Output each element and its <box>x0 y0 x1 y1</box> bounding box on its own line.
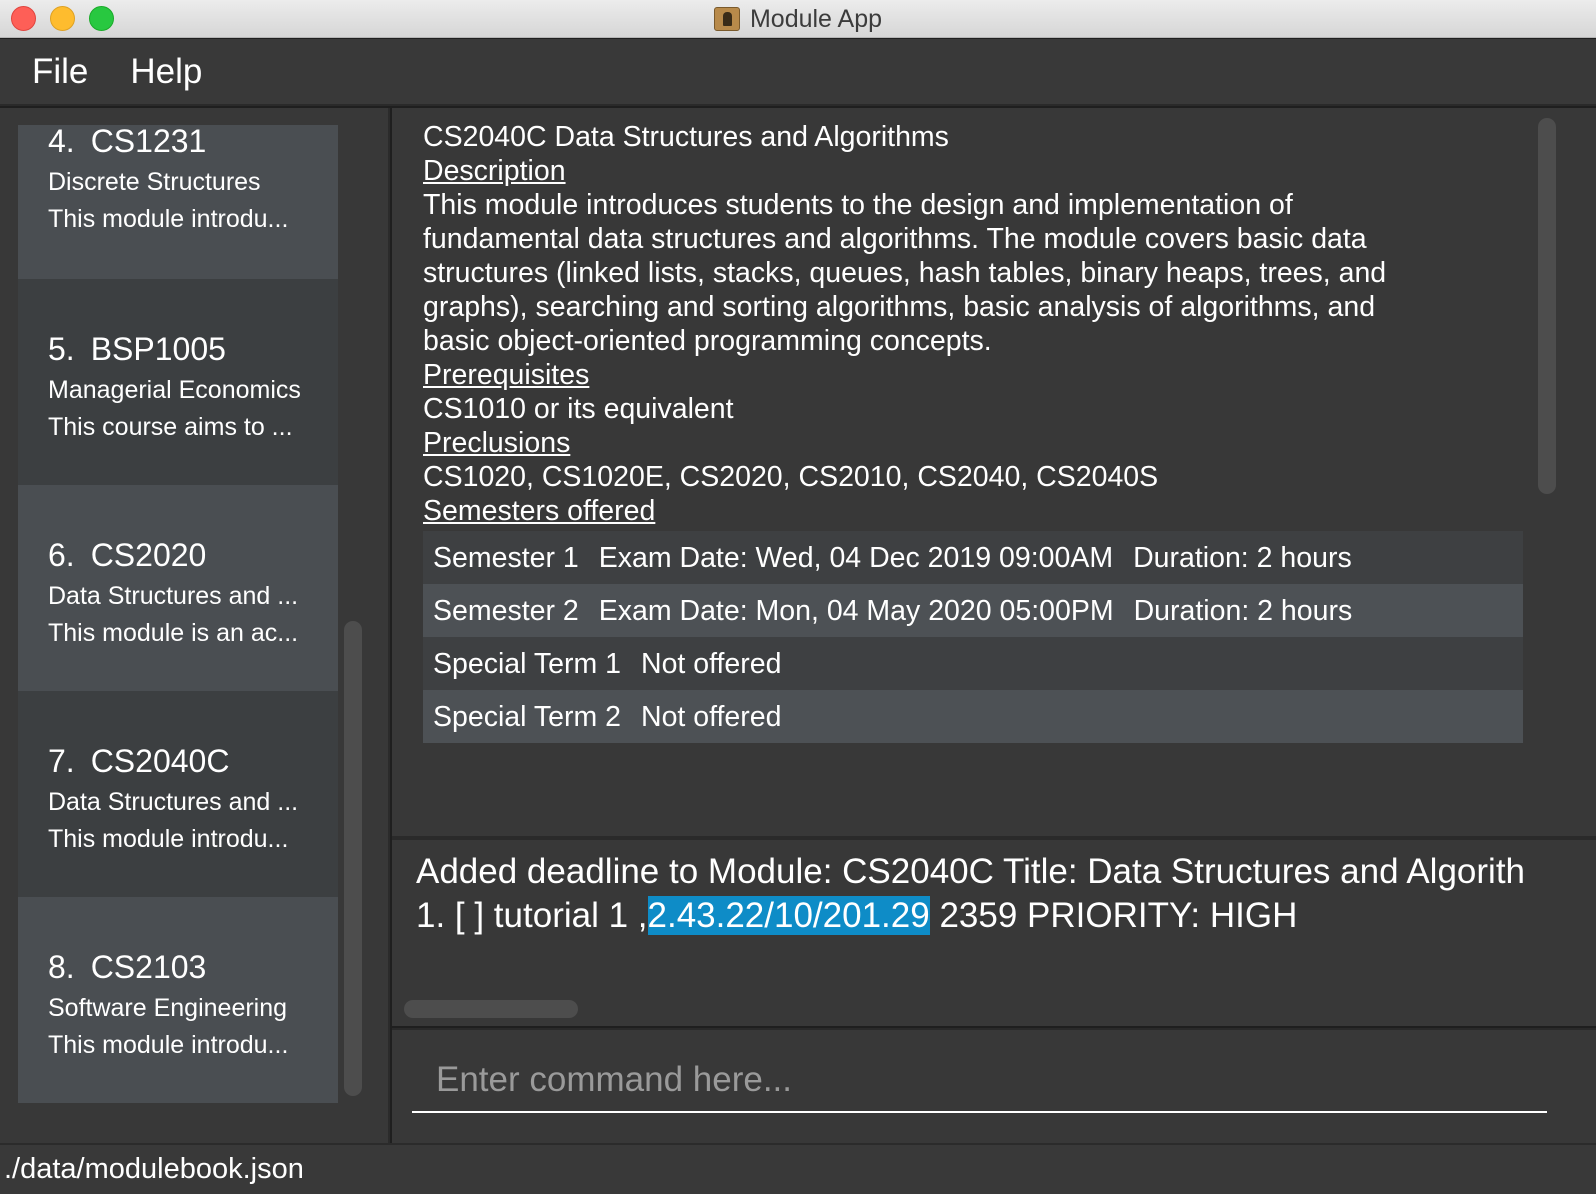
module-card-8[interactable]: 8. CS2103 Software Engineering This modu… <box>18 897 338 1103</box>
prerequisites-heading: Prerequisites <box>423 359 590 391</box>
result-display: Added deadline to Module: CS2040C Title:… <box>392 836 1596 1026</box>
module-description: This module introdu... <box>48 1031 289 1059</box>
menu-help[interactable]: Help <box>130 52 202 92</box>
module-index: 6. <box>48 537 75 573</box>
prerequisites-text: CS1010 or its equivalent <box>423 393 734 425</box>
window-title: Module App <box>749 4 883 33</box>
semester-duration: Duration: 2 hours <box>1133 594 1353 627</box>
module-title: Managerial Economics <box>48 376 301 404</box>
module-description: This module introdu... <box>48 205 289 233</box>
menu-file[interactable]: File <box>32 52 88 92</box>
preclusions-text: CS1020, CS1020E, CS2020, CS2010, CS2040,… <box>423 461 1159 493</box>
module-index: 5. <box>48 331 75 367</box>
module-index: 8. <box>48 949 75 985</box>
semester-row[interactable]: Semester 2 Exam Date: Mon, 04 May 2020 0… <box>423 584 1523 637</box>
detail-scrollbar[interactable] <box>1538 118 1556 494</box>
result-line-2-prefix: 1. [ ] tutorial 1 , <box>416 896 648 935</box>
module-title: Data Structures and ... <box>48 582 299 610</box>
result-line-1: Added deadline to Module: CS2040C Title:… <box>416 852 1526 891</box>
semester-name: Special Term 2 <box>433 700 621 733</box>
command-box <box>392 1028 1596 1143</box>
semester-exam: Not offered <box>640 700 782 733</box>
data-file-path: ./data/modulebook.json <box>4 1153 304 1185</box>
semester-exam: Exam Date: Wed, 04 Dec 2019 09:00AM <box>598 541 1114 574</box>
menu-bar: File Help <box>0 39 1596 106</box>
semester-row[interactable]: Semester 1 Exam Date: Wed, 04 Dec 2019 0… <box>423 531 1523 584</box>
description-line: fundamental data structures and algorith… <box>423 223 1367 255</box>
module-description: This module introdu... <box>48 825 289 853</box>
preclusions-heading: Preclusions <box>423 427 571 459</box>
semesters-heading: Semesters offered <box>423 495 656 527</box>
module-detail-panel: CS2040C Data Structures and Algorithms D… <box>392 108 1596 836</box>
semesters-table: Semester 1 Exam Date: Wed, 04 Dec 2019 0… <box>423 531 1523 743</box>
semester-exam: Not offered <box>640 647 782 680</box>
description-line: basic object-oriented programming concep… <box>423 325 992 357</box>
module-card-4[interactable]: 4. CS1231 Discrete Structures This modul… <box>18 123 338 279</box>
result-line-2: 1. [ ] tutorial 1 ,2.43.22/10/201.29 235… <box>416 894 1525 938</box>
module-code: CS2040C <box>90 743 230 779</box>
result-horizontal-scrollbar[interactable] <box>404 1000 578 1018</box>
module-title: Discrete Structures <box>48 168 261 196</box>
module-code: BSP1005 <box>90 331 226 367</box>
window-title-area: Module App <box>0 0 1596 38</box>
semester-name: Semester 1 <box>433 541 579 574</box>
description-heading: Description <box>423 155 566 187</box>
title-bar: Module App <box>0 0 1596 38</box>
module-index: 7. <box>48 743 75 779</box>
detail-title: CS2040C Data Structures and Algorithms <box>423 121 949 153</box>
module-card-7[interactable]: 7. CS2040C Data Structures and ... This … <box>18 691 338 897</box>
module-card-6[interactable]: 6. CS2020 Data Structures and ... This m… <box>18 485 338 691</box>
app-icon <box>713 7 740 31</box>
module-title: Software Engineering <box>48 994 288 1022</box>
selected-text-highlight[interactable]: 2.43.22/10/201.29 <box>647 896 930 935</box>
module-index: 4. <box>48 123 75 159</box>
description-line: graphs), searching and sorting algorithm… <box>423 291 1376 323</box>
semester-row[interactable]: Special Term 2 Not offered <box>423 690 1523 743</box>
module-list-scrollbar[interactable] <box>344 621 362 1096</box>
module-title: Data Structures and ... <box>48 788 299 816</box>
module-code: CS2103 <box>90 949 207 985</box>
result-line-2-suffix: 2359 PRIORITY: HIGH <box>929 896 1298 935</box>
semester-exam: Exam Date: Mon, 04 May 2020 05:00PM <box>598 594 1114 627</box>
module-card-5[interactable]: 5. BSP1005 Managerial Economics This cou… <box>18 279 338 485</box>
module-list[interactable]: 4. CS1231 Discrete Structures This modul… <box>0 108 390 1143</box>
semester-name: Semester 2 <box>433 594 579 627</box>
module-code: CS1231 <box>90 123 207 159</box>
module-code: CS2020 <box>90 537 207 573</box>
semester-name: Special Term 1 <box>433 647 621 680</box>
module-description: This module is an ac... <box>48 619 299 647</box>
description-line: structures (linked lists, stacks, queues… <box>423 257 1387 289</box>
semester-row[interactable]: Special Term 1 Not offered <box>423 637 1523 690</box>
command-input[interactable] <box>412 1048 1547 1113</box>
status-bar: ./data/modulebook.json <box>0 1143 1596 1194</box>
description-line: This module introduces students to the d… <box>423 189 1293 221</box>
semester-duration: Duration: 2 hours <box>1133 541 1352 574</box>
module-description: This course aims to ... <box>48 413 293 441</box>
